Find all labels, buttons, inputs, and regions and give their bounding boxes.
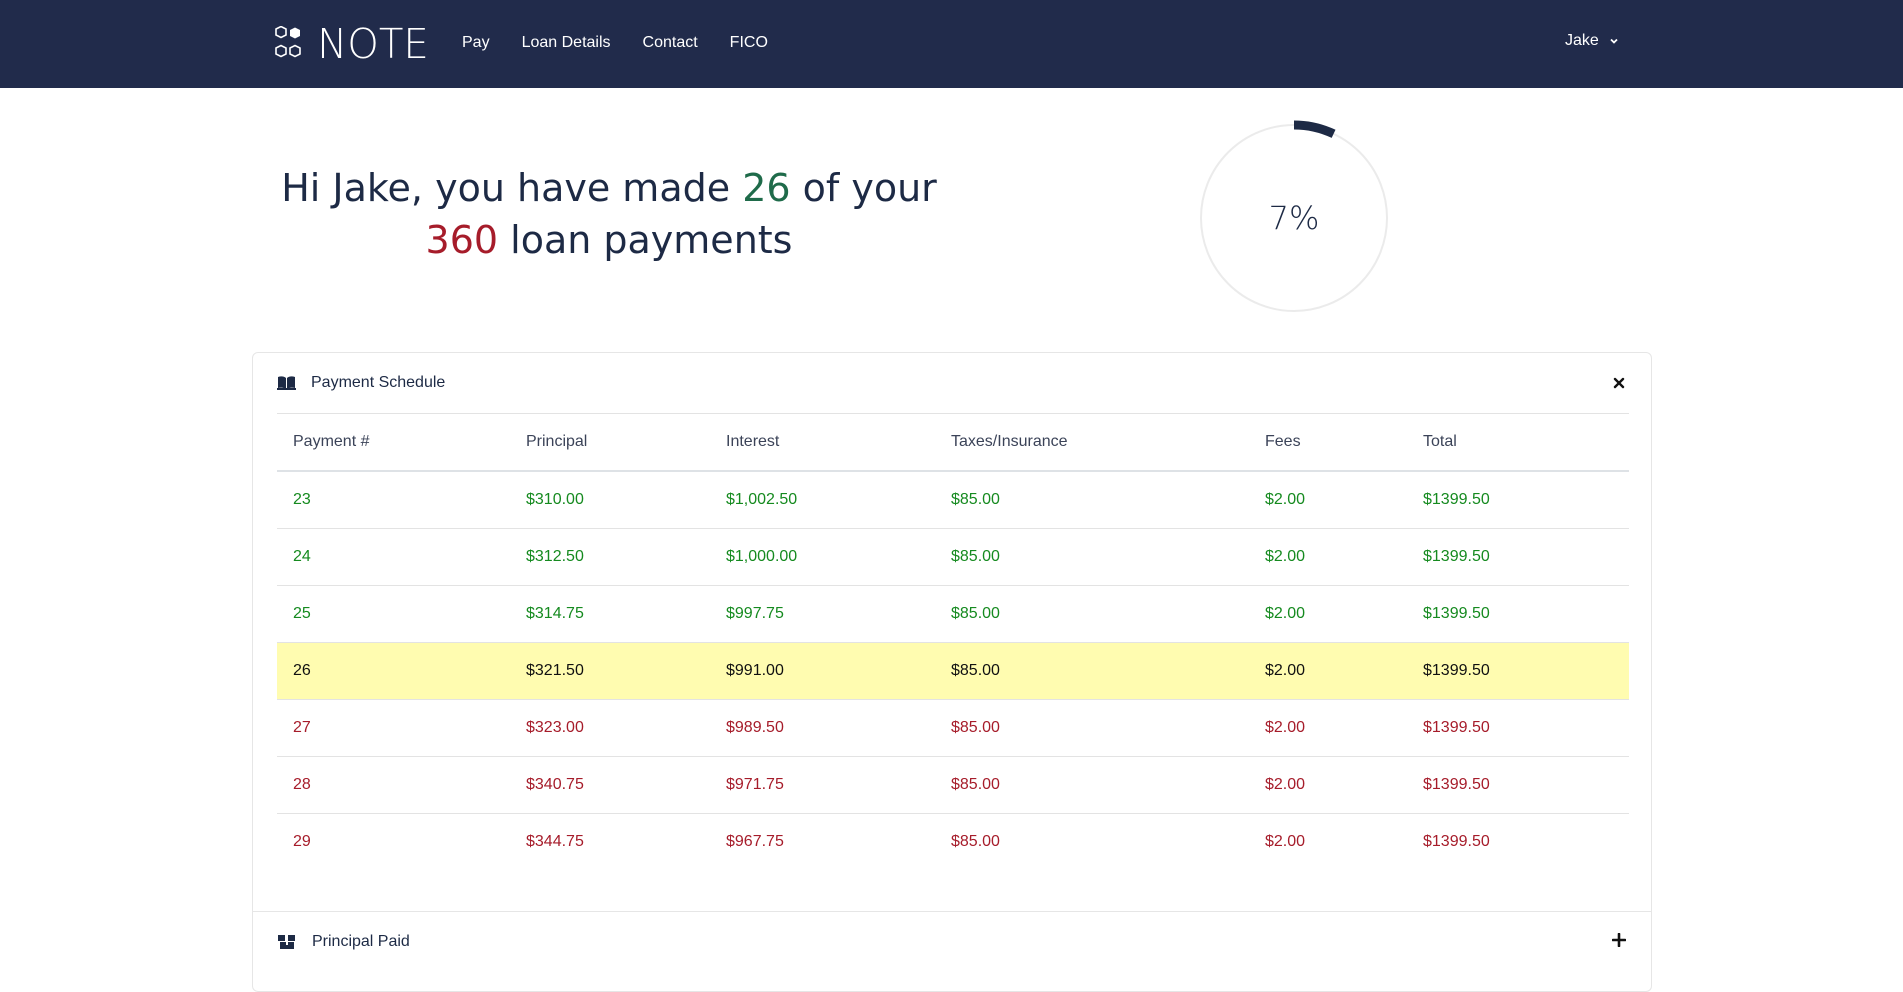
cell-payment-number: 24 — [277, 528, 510, 586]
cell-total: $1399.50 — [1407, 699, 1629, 757]
column-header-fees: Fees — [1249, 414, 1407, 472]
cell-total: $1399.50 — [1407, 642, 1629, 700]
cell-fees: $2.00 — [1265, 832, 1306, 850]
payment-schedule-table: Payment # Principal Interest Taxes/Insur… — [277, 414, 1629, 870]
payments-total-count: 360 — [425, 218, 499, 262]
cell-interest: $991.00 — [710, 642, 935, 700]
table-row: 28 $340.75 $971.75 $85.00 $2.00 $1399.50 — [277, 756, 1629, 814]
cell-payment-number: 23 — [277, 471, 510, 529]
cell-total: $1399.50 — [1407, 756, 1629, 814]
user-name: Jake — [1565, 32, 1599, 49]
principal-paid-header[interactable]: Principal Paid — [277, 912, 1629, 972]
collapse-schedule-button[interactable] — [1609, 373, 1629, 393]
table-row: 29 $344.75 $967.75 $85.00 $2.00 $1399.50 — [277, 813, 1629, 870]
brand-home-link[interactable]: NOTE — [272, 20, 430, 68]
cell-payment-number: 25 — [277, 585, 510, 643]
plus-icon — [1612, 933, 1626, 947]
cell-fees: $2.00 — [1249, 585, 1407, 643]
cell-interest: $989.50 — [710, 699, 935, 757]
cell-total: $1399.50 — [1423, 832, 1490, 850]
table-row: 24 $312.50 $1,000.00 $85.00 $2.00 $1399.… — [277, 528, 1629, 586]
cell-interest: $1,002.50 — [710, 471, 935, 529]
loan-progress-ring: 7% — [1195, 119, 1393, 317]
nav-link-loan-details[interactable]: Loan Details — [522, 32, 611, 54]
payments-made-count: 26 — [742, 166, 791, 210]
column-header-total: Total — [1407, 414, 1629, 472]
progress-percent-label: 7% — [1268, 199, 1320, 237]
top-navbar: NOTE Pay Loan Details Contact FICO Jake — [0, 0, 1903, 88]
cell-interest: $971.75 — [710, 756, 935, 814]
cell-fees: $2.00 — [1249, 699, 1407, 757]
cell-interest: $967.75 — [726, 832, 784, 850]
table-row: 27 $323.00 $989.50 $85.00 $2.00 $1399.50 — [277, 699, 1629, 757]
greeting-suffix: loan payments — [510, 218, 793, 262]
greeting-middle: of your — [802, 166, 937, 210]
principal-paid-title: Principal Paid — [312, 933, 410, 950]
cell-taxes-insurance: $85.00 — [935, 585, 1249, 643]
cell-total: $1399.50 — [1407, 528, 1629, 586]
cell-taxes-insurance: $85.00 — [935, 642, 1249, 700]
column-header-principal: Principal — [510, 414, 710, 472]
payment-schedule-card: Payment Schedule Payment # Principal Int… — [252, 352, 1652, 992]
table-row: 25 $314.75 $997.75 $85.00 $2.00 $1399.50 — [277, 585, 1629, 643]
user-menu-dropdown[interactable]: Jake — [1565, 32, 1619, 50]
cell-interest: $1,000.00 — [710, 528, 935, 586]
expand-principal-paid-button[interactable] — [1609, 930, 1629, 950]
cell-taxes-insurance: $85.00 — [935, 471, 1249, 529]
table-row-current: 26 $321.50 $991.00 $85.00 $2.00 $1399.50 — [277, 642, 1629, 700]
payment-schedule-header[interactable]: Payment Schedule — [277, 353, 1629, 414]
open-book-icon — [277, 376, 296, 390]
main-nav: Pay Loan Details Contact FICO — [462, 32, 800, 54]
cell-taxes-insurance: $85.00 — [935, 756, 1249, 814]
nav-link-pay[interactable]: Pay — [462, 32, 490, 54]
column-header-payment-number: Payment # — [277, 414, 510, 472]
cell-payment-number: 26 — [277, 642, 510, 700]
chevron-down-icon — [1610, 38, 1618, 44]
close-icon — [1613, 377, 1625, 389]
cell-taxes-insurance: $85.00 — [935, 528, 1249, 586]
column-header-taxes-insurance: Taxes/Insurance — [935, 414, 1249, 472]
cell-fees: $2.00 — [1249, 471, 1407, 529]
cell-payment-number: 29 — [293, 832, 311, 850]
cell-fees: $2.00 — [1249, 642, 1407, 700]
cell-principal: $314.75 — [510, 585, 710, 643]
table-header-row: Payment # Principal Interest Taxes/Insur… — [277, 414, 1629, 472]
table-row: 23 $310.00 $1,002.50 $85.00 $2.00 $1399.… — [277, 471, 1629, 529]
greeting-heading: Hi Jake, you have made 26 of your 360 lo… — [250, 162, 968, 266]
cell-principal: $312.50 — [510, 528, 710, 586]
greeting-prefix: Hi Jake, you have made — [281, 166, 731, 210]
cell-total: $1399.50 — [1407, 585, 1629, 643]
cell-payment-number: 28 — [277, 756, 510, 814]
nav-link-contact[interactable]: Contact — [643, 32, 698, 54]
cell-interest: $997.75 — [710, 585, 935, 643]
cell-principal: $323.00 — [510, 699, 710, 757]
brand-name: NOTE — [317, 20, 429, 68]
cell-principal: $340.75 — [510, 756, 710, 814]
cell-total: $1399.50 — [1407, 471, 1629, 529]
payment-schedule-title: Payment Schedule — [311, 374, 446, 391]
cell-principal: $321.50 — [510, 642, 710, 700]
cell-fees: $2.00 — [1249, 528, 1407, 586]
boxes-icon — [278, 935, 295, 949]
cell-taxes-insurance: $85.00 — [951, 832, 1000, 850]
nav-link-fico[interactable]: FICO — [730, 32, 768, 54]
cell-fees: $2.00 — [1249, 756, 1407, 814]
cell-taxes-insurance: $85.00 — [935, 699, 1249, 757]
column-header-interest: Interest — [710, 414, 935, 472]
cell-principal: $310.00 — [510, 471, 710, 529]
cell-payment-number: 27 — [277, 699, 510, 757]
cell-principal: $344.75 — [526, 832, 584, 850]
hexagon-cluster-icon — [275, 26, 301, 58]
